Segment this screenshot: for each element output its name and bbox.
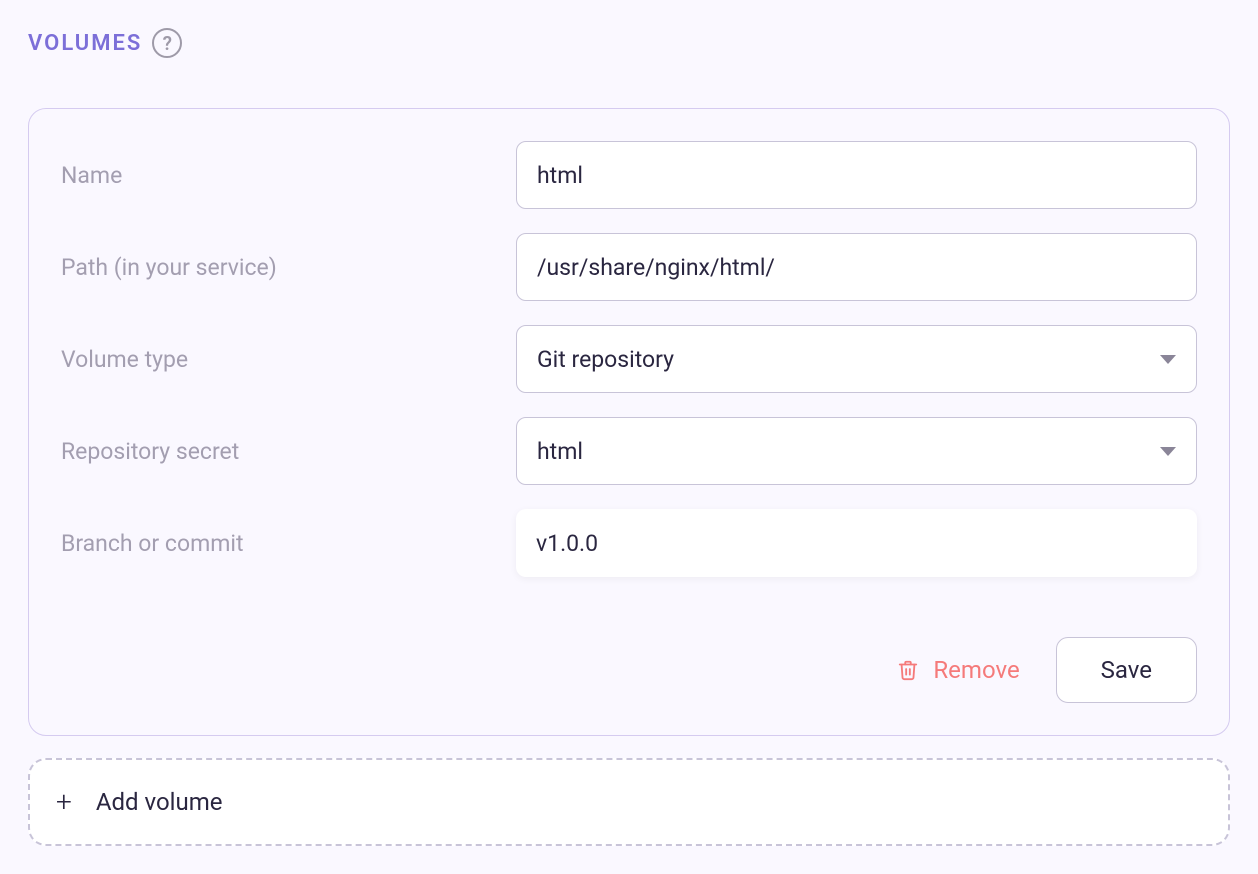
- branch-label: Branch or commit: [61, 530, 516, 557]
- volume-card: Name Path (in your service) Volume type …: [28, 108, 1230, 736]
- help-icon[interactable]: ?: [152, 28, 182, 58]
- remove-label: Remove: [933, 656, 1019, 684]
- remove-button[interactable]: Remove: [897, 656, 1019, 684]
- repository-secret-selected: html: [537, 438, 583, 465]
- repository-secret-label: Repository secret: [61, 438, 516, 465]
- form-row-repository-secret: Repository secret html: [61, 417, 1197, 485]
- form-row-name: Name: [61, 141, 1197, 209]
- form-row-branch: Branch or commit: [61, 509, 1197, 577]
- form-row-volume-type: Volume type Git repository: [61, 325, 1197, 393]
- plus-icon: +: [56, 788, 72, 816]
- section-title: VOLUMES: [28, 31, 142, 56]
- volume-type-selected: Git repository: [537, 346, 674, 373]
- trash-icon: [897, 658, 919, 682]
- path-label: Path (in your service): [61, 254, 516, 281]
- name-label: Name: [61, 162, 516, 189]
- form-row-path: Path (in your service): [61, 233, 1197, 301]
- save-button[interactable]: Save: [1056, 637, 1197, 703]
- chevron-down-icon: [1160, 447, 1176, 456]
- add-volume-button[interactable]: + Add volume: [28, 758, 1230, 846]
- repository-secret-select[interactable]: html: [516, 417, 1197, 485]
- actions-row: Remove Save: [61, 637, 1197, 703]
- path-input[interactable]: [516, 233, 1197, 301]
- add-volume-label: Add volume: [96, 788, 223, 816]
- chevron-down-icon: [1160, 355, 1176, 364]
- volume-type-select[interactable]: Git repository: [516, 325, 1197, 393]
- section-header: VOLUMES ?: [28, 28, 1230, 58]
- branch-input[interactable]: [516, 509, 1197, 577]
- volume-type-label: Volume type: [61, 346, 516, 373]
- name-input[interactable]: [516, 141, 1197, 209]
